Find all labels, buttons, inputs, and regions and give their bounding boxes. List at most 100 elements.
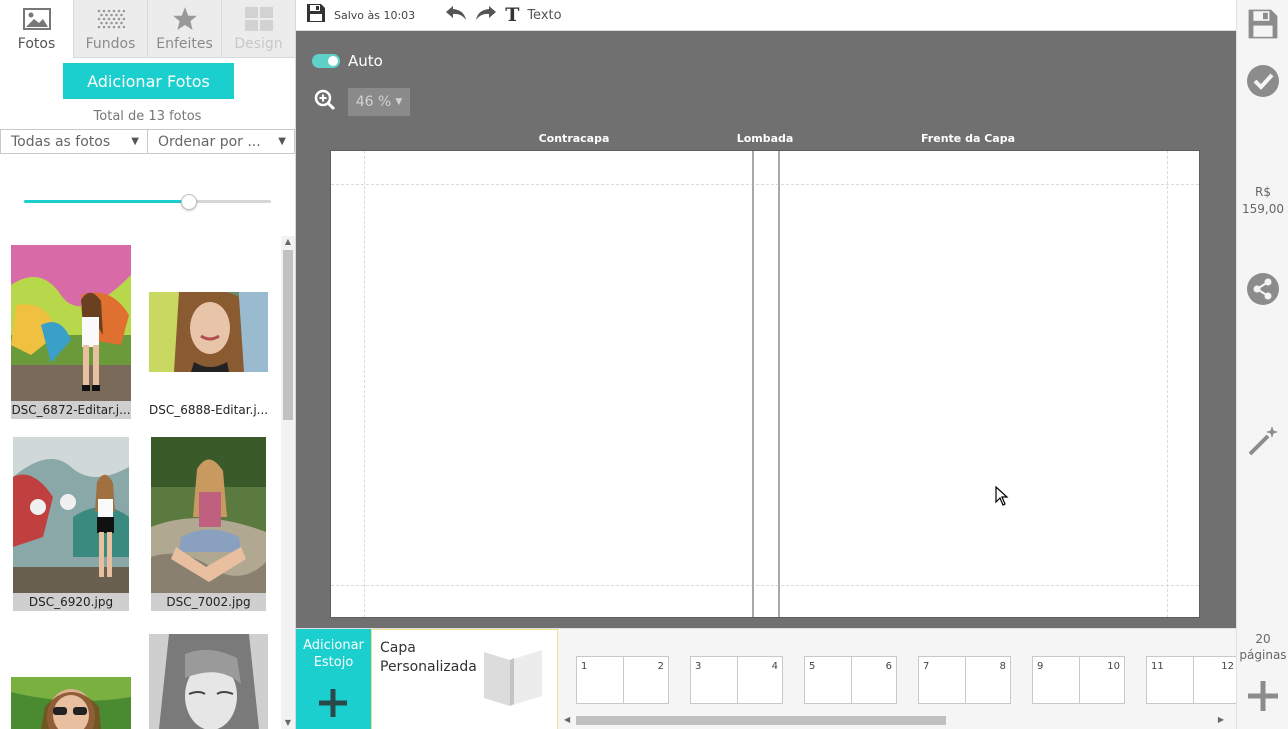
bleed-guide-right bbox=[1167, 151, 1168, 617]
scroll-up-icon[interactable]: ▲ bbox=[281, 236, 295, 248]
chevron-down-icon: ▼ bbox=[131, 136, 139, 147]
auto-label: Auto bbox=[348, 52, 383, 70]
spread-thumbnails: 12 34 56 78 9 10 11 12 bbox=[576, 656, 1236, 706]
cover-label: Capa Personalizada bbox=[380, 639, 477, 677]
pages-label: páginas bbox=[1239, 648, 1287, 662]
filter-row: Todas as fotos ▼ Ordenar por ... ▼ bbox=[0, 129, 295, 154]
tab-fotos[interactable]: Fotos bbox=[0, 0, 74, 58]
check-circle-icon bbox=[1246, 64, 1280, 102]
scroll-down-icon[interactable]: ▼ bbox=[281, 717, 295, 729]
photo-thumbnail[interactable]: DSC_6888-Editar.j... bbox=[149, 292, 268, 419]
scroll-left-icon[interactable]: ◀ bbox=[564, 714, 570, 726]
page-number-right: 12 bbox=[1221, 661, 1234, 672]
page-number-right: 4 bbox=[771, 661, 778, 672]
thumbnail-size-slider[interactable] bbox=[24, 193, 271, 211]
spreads-scrollbar[interactable]: ◀ ▶ bbox=[562, 714, 1232, 726]
saved-status-text: Salvo às 10:03 bbox=[334, 8, 416, 22]
photo-image bbox=[13, 437, 129, 593]
photo-sort-select[interactable]: Ordenar por ... ▼ bbox=[148, 129, 295, 154]
text-tool-button[interactable]: T Texto bbox=[505, 4, 561, 26]
scrollbar-thumb[interactable] bbox=[283, 250, 293, 420]
photo-image bbox=[149, 292, 268, 372]
scrollbar-thumb[interactable] bbox=[576, 716, 946, 725]
save-button[interactable] bbox=[1245, 8, 1281, 44]
cover-label-line1: Capa bbox=[380, 640, 416, 656]
photo-image bbox=[11, 677, 131, 729]
photo-image bbox=[11, 245, 131, 401]
add-photos-button[interactable]: Adicionar Fotos bbox=[63, 63, 234, 99]
share-icon bbox=[1246, 272, 1280, 310]
slider-handle[interactable] bbox=[181, 194, 198, 210]
tab-design[interactable]: Design bbox=[222, 0, 295, 58]
plus-icon bbox=[1247, 680, 1279, 716]
zoom-level-value: 46 % bbox=[355, 94, 392, 110]
photo-grid-scrollbar[interactable]: ▲ ▼ bbox=[281, 236, 295, 729]
photo-thumbnail[interactable]: DSC_6920.jpg bbox=[13, 437, 129, 611]
page-number-left: 1 bbox=[581, 661, 588, 672]
right-sidebar: R$ 159,00 20 páginas bbox=[1236, 0, 1288, 729]
add-case-button[interactable]: Adicionar Estojo bbox=[296, 629, 371, 729]
auto-layout-toggle[interactable]: Auto bbox=[312, 52, 383, 70]
photo-filename: DSC_7002.jpg bbox=[151, 593, 266, 611]
zoom-controls: 46 % ▼ bbox=[314, 88, 410, 116]
text-tool-label: Texto bbox=[527, 7, 562, 23]
spread-thumbnail[interactable]: 11 12 bbox=[1146, 656, 1236, 704]
toggle-switch[interactable] bbox=[312, 54, 340, 68]
cover-spread-page[interactable] bbox=[330, 150, 1200, 618]
floppy-disk-icon bbox=[1247, 8, 1279, 44]
photo-thumbnail[interactable] bbox=[149, 634, 268, 729]
cover-label-line2: Personalizada bbox=[380, 659, 477, 675]
page-number-right: 8 bbox=[999, 661, 1006, 672]
undo-button[interactable] bbox=[445, 4, 467, 26]
page-navigator: Adicionar Estojo Capa Personalizada 12 3… bbox=[296, 628, 1236, 729]
cover-section-labels: Contracapa Lombada Frente da Capa bbox=[296, 132, 1236, 148]
chevron-down-icon: ▼ bbox=[278, 136, 286, 147]
spread-thumbnail[interactable]: 78 bbox=[918, 656, 1011, 704]
star-icon bbox=[172, 3, 198, 35]
page-number-right: 6 bbox=[885, 661, 892, 672]
chevron-down-icon: ▼ bbox=[395, 97, 403, 107]
left-panel-tabs: Fotos Fundos Enfeites Design bbox=[0, 0, 295, 58]
photo-sort-value: Ordenar por ... bbox=[158, 133, 261, 150]
photo-thumbnail[interactable] bbox=[11, 677, 131, 729]
spread-thumbnail[interactable]: 34 bbox=[690, 656, 783, 704]
front-cover-label: Frente da Capa bbox=[921, 132, 1015, 145]
photo-thumbnail[interactable]: DSC_6872-Editar.j... bbox=[11, 245, 131, 419]
add-pages-button[interactable] bbox=[1245, 680, 1281, 716]
tab-enfeites[interactable]: Enfeites bbox=[148, 0, 222, 58]
back-cover-label: Contracapa bbox=[538, 132, 610, 145]
undo-icon bbox=[445, 4, 467, 26]
photo-filter-select[interactable]: Todas as fotos ▼ bbox=[0, 129, 148, 154]
redo-button[interactable] bbox=[475, 4, 497, 26]
slider-fill bbox=[24, 200, 190, 203]
scroll-right-icon[interactable]: ▶ bbox=[1218, 714, 1224, 726]
redo-icon bbox=[475, 4, 497, 26]
tab-fundos[interactable]: Fundos bbox=[74, 0, 148, 58]
photo-thumbnail[interactable]: DSC_7002.jpg bbox=[151, 437, 266, 611]
photo-grid: DSC_6872-Editar.j... DSC_6888-Editar.j..… bbox=[0, 236, 280, 729]
tab-label: Fundos bbox=[85, 36, 136, 52]
share-button[interactable] bbox=[1245, 272, 1281, 310]
spread-thumbnail[interactable]: 12 bbox=[576, 656, 669, 704]
zoom-in-icon[interactable] bbox=[314, 89, 336, 115]
cover-thumbnail[interactable]: Capa Personalizada bbox=[371, 629, 558, 729]
spread-thumbnail[interactable]: 9 10 bbox=[1032, 656, 1125, 704]
photo-filename: DSC_6920.jpg bbox=[13, 593, 129, 611]
bleed-guide-bottom bbox=[331, 585, 1199, 586]
canvas-area: Auto 46 % ▼ Contracapa Lombada Frente da… bbox=[296, 31, 1236, 628]
photo-image bbox=[151, 437, 266, 593]
photo-image bbox=[149, 634, 268, 729]
auto-fill-button[interactable] bbox=[1245, 424, 1281, 462]
spread-thumbnail[interactable]: 56 bbox=[804, 656, 897, 704]
text-icon: T bbox=[505, 4, 520, 26]
photo-filename: DSC_6888-Editar.j... bbox=[149, 403, 268, 417]
finish-button[interactable] bbox=[1245, 64, 1281, 102]
page-number-left: 7 bbox=[923, 661, 930, 672]
zoom-level-select[interactable]: 46 % ▼ bbox=[348, 88, 410, 116]
bleed-guide-top bbox=[331, 184, 1199, 185]
photo-filename: DSC_6872-Editar.j... bbox=[11, 401, 131, 419]
spine-label: Lombada bbox=[736, 132, 794, 145]
layout-icon bbox=[244, 3, 273, 35]
page-number-left: 11 bbox=[1151, 661, 1164, 672]
floppy-disk-icon[interactable] bbox=[306, 3, 326, 27]
